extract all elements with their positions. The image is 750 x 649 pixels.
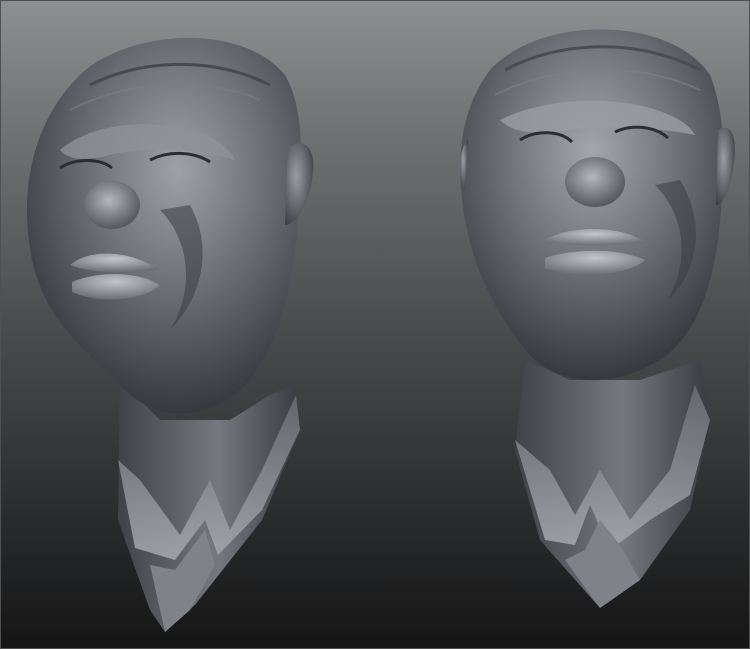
right-nose: [565, 157, 625, 207]
left-ear: [285, 143, 314, 225]
sculpt-render: [27, 29, 735, 632]
bust-right[interactable]: [460, 29, 735, 608]
right-ear: [716, 127, 735, 205]
left-nose: [84, 181, 140, 229]
sculpt-viewport[interactable]: [0, 0, 750, 649]
left-head: [27, 37, 301, 414]
bust-left[interactable]: [27, 37, 314, 632]
